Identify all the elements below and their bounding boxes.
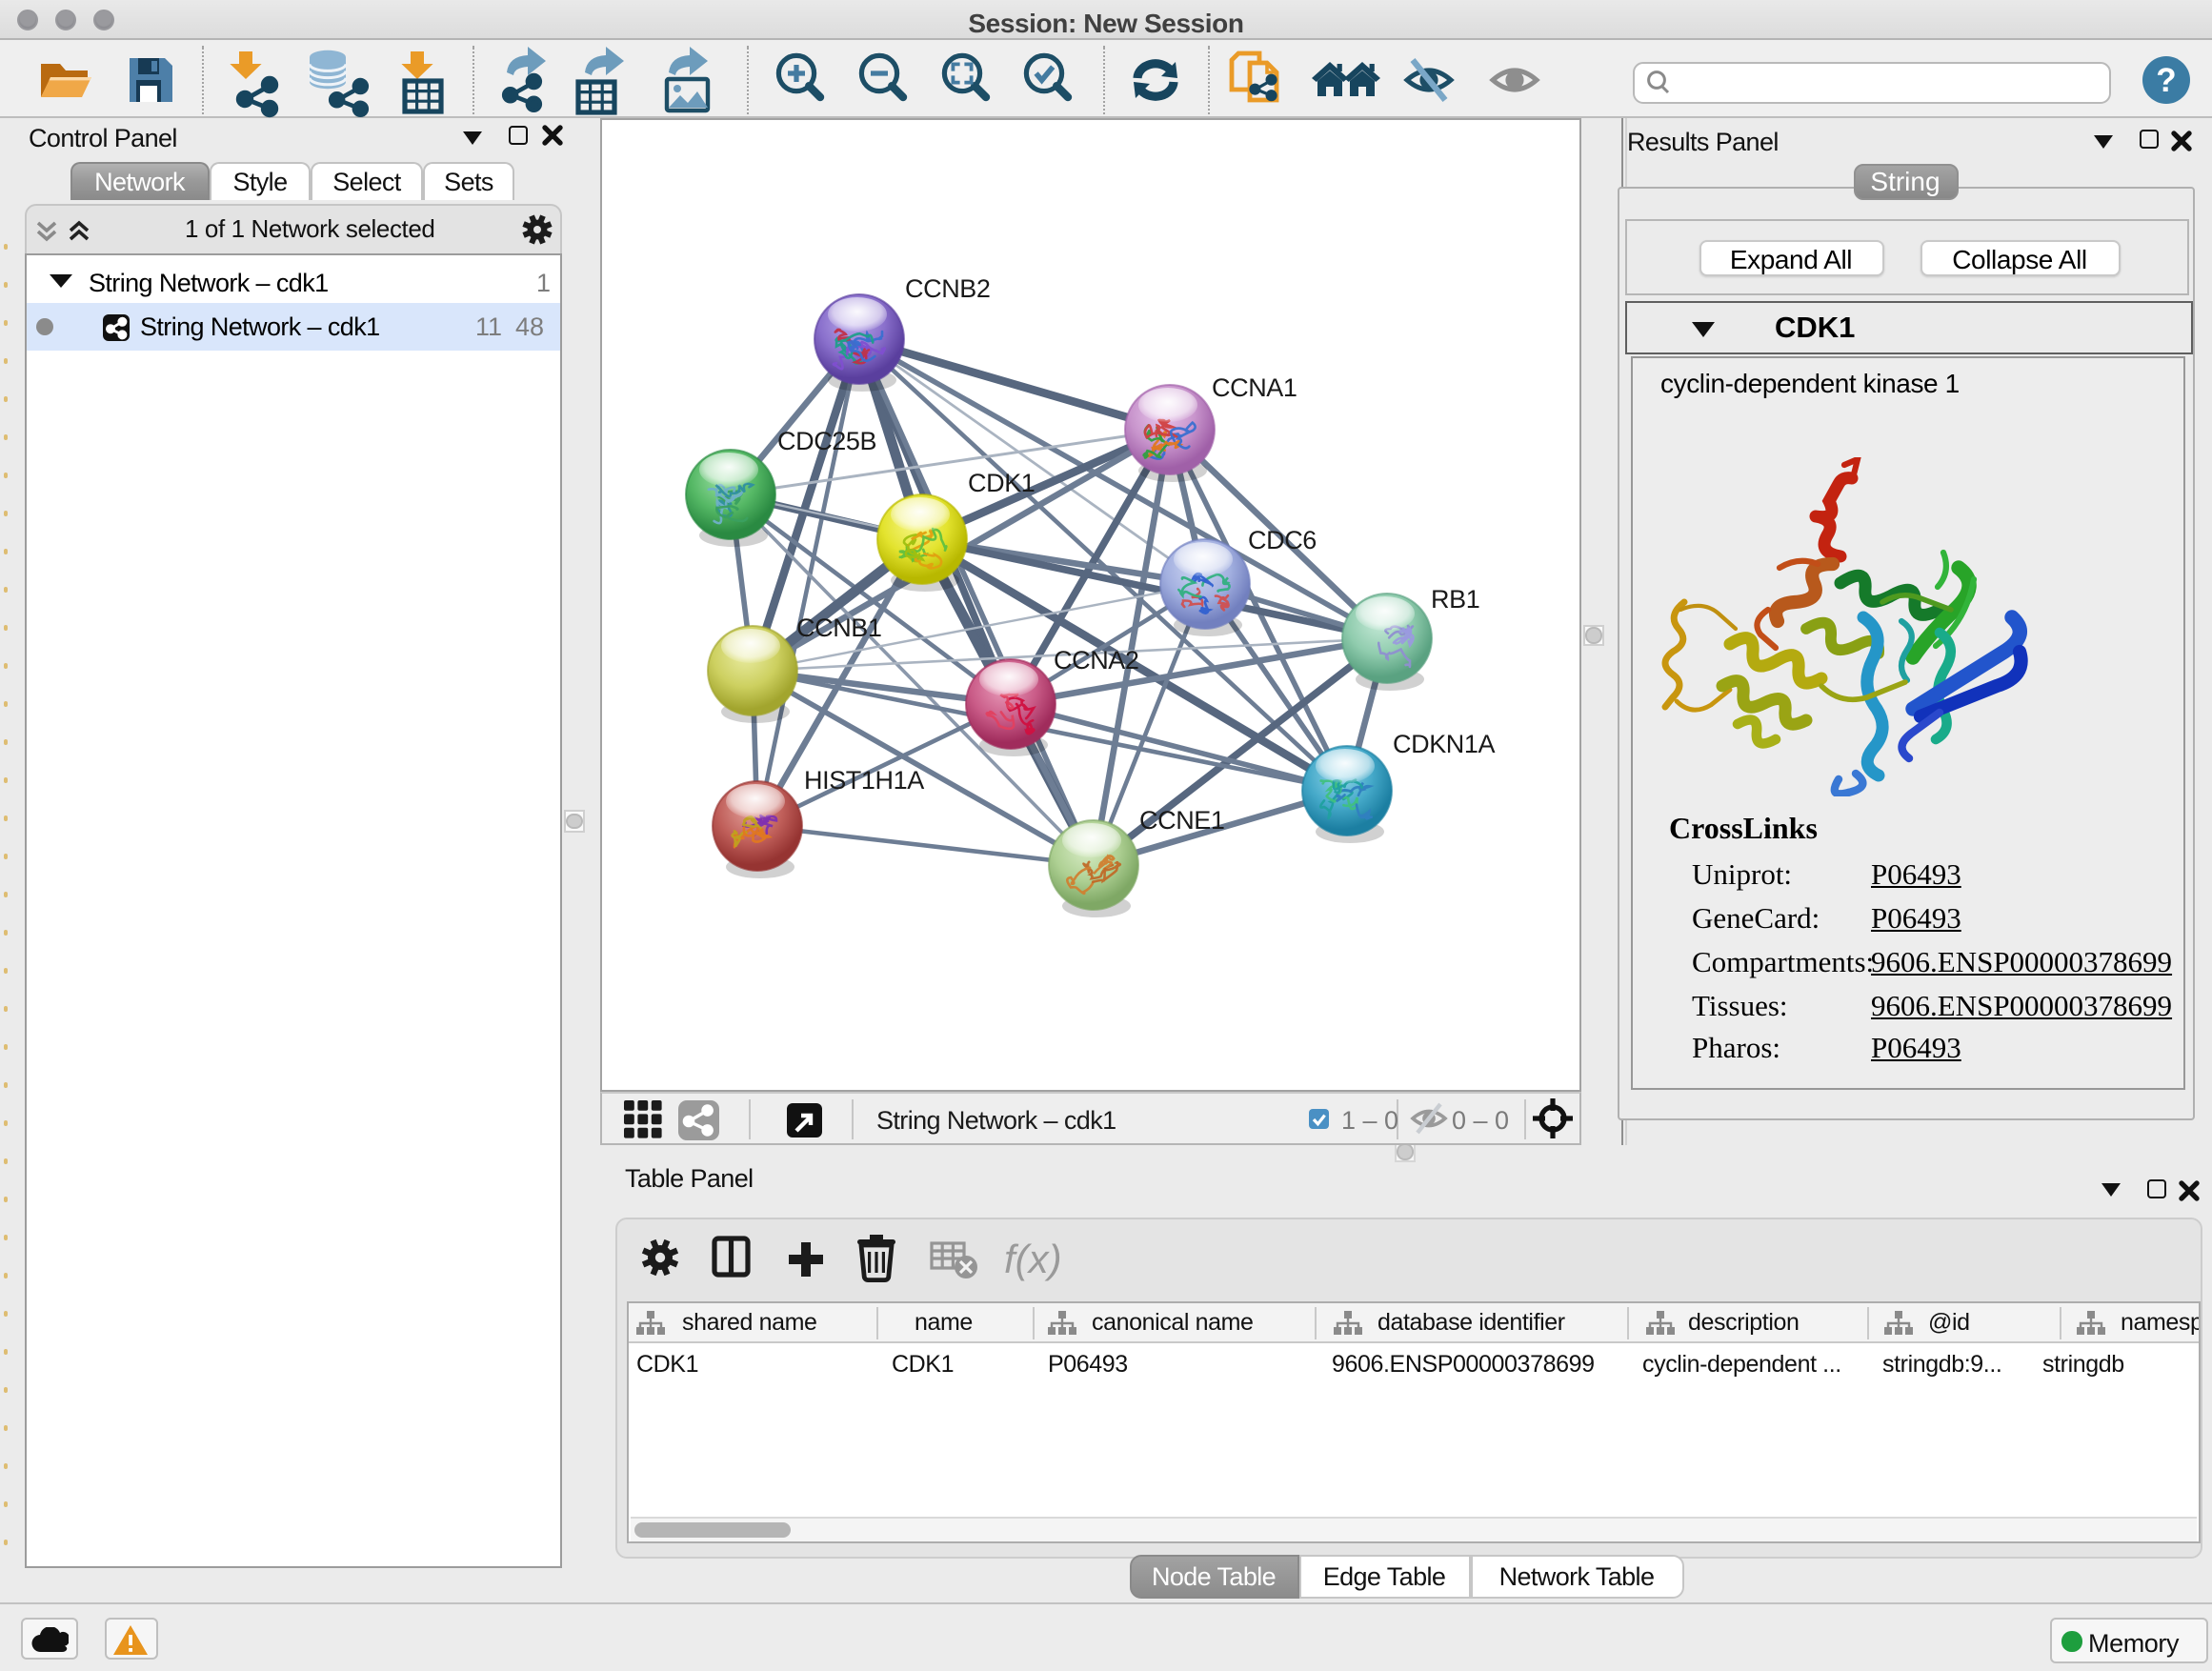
svg-text:CCNB2: CCNB2 xyxy=(905,274,991,303)
svg-text:?: ? xyxy=(2156,62,2176,99)
svg-text:0 – 0: 0 – 0 xyxy=(1452,1106,1509,1135)
svg-text:CCNA1: CCNA1 xyxy=(1212,373,1297,402)
svg-text:HIST1H1A: HIST1H1A xyxy=(804,766,924,795)
svg-text:RB1: RB1 xyxy=(1431,585,1479,614)
svg-text:CDKN1A: CDKN1A xyxy=(1393,730,1496,758)
svg-text:CDK1: CDK1 xyxy=(968,469,1035,497)
svg-text:f(x): f(x) xyxy=(1003,1236,1061,1280)
svg-text:String Network – cdk1: String Network – cdk1 xyxy=(876,1106,1116,1135)
svg-text:CCNA2: CCNA2 xyxy=(1054,646,1139,674)
svg-text:CCNB1: CCNB1 xyxy=(796,614,882,642)
svg-text:1 of 1 Network selected: 1 of 1 Network selected xyxy=(184,214,434,243)
svg-text:CDC25B: CDC25B xyxy=(777,427,876,455)
svg-text:CCNE1: CCNE1 xyxy=(1139,806,1225,835)
svg-text:CDC6: CDC6 xyxy=(1248,526,1317,554)
svg-text:1 – 0: 1 – 0 xyxy=(1341,1106,1398,1135)
